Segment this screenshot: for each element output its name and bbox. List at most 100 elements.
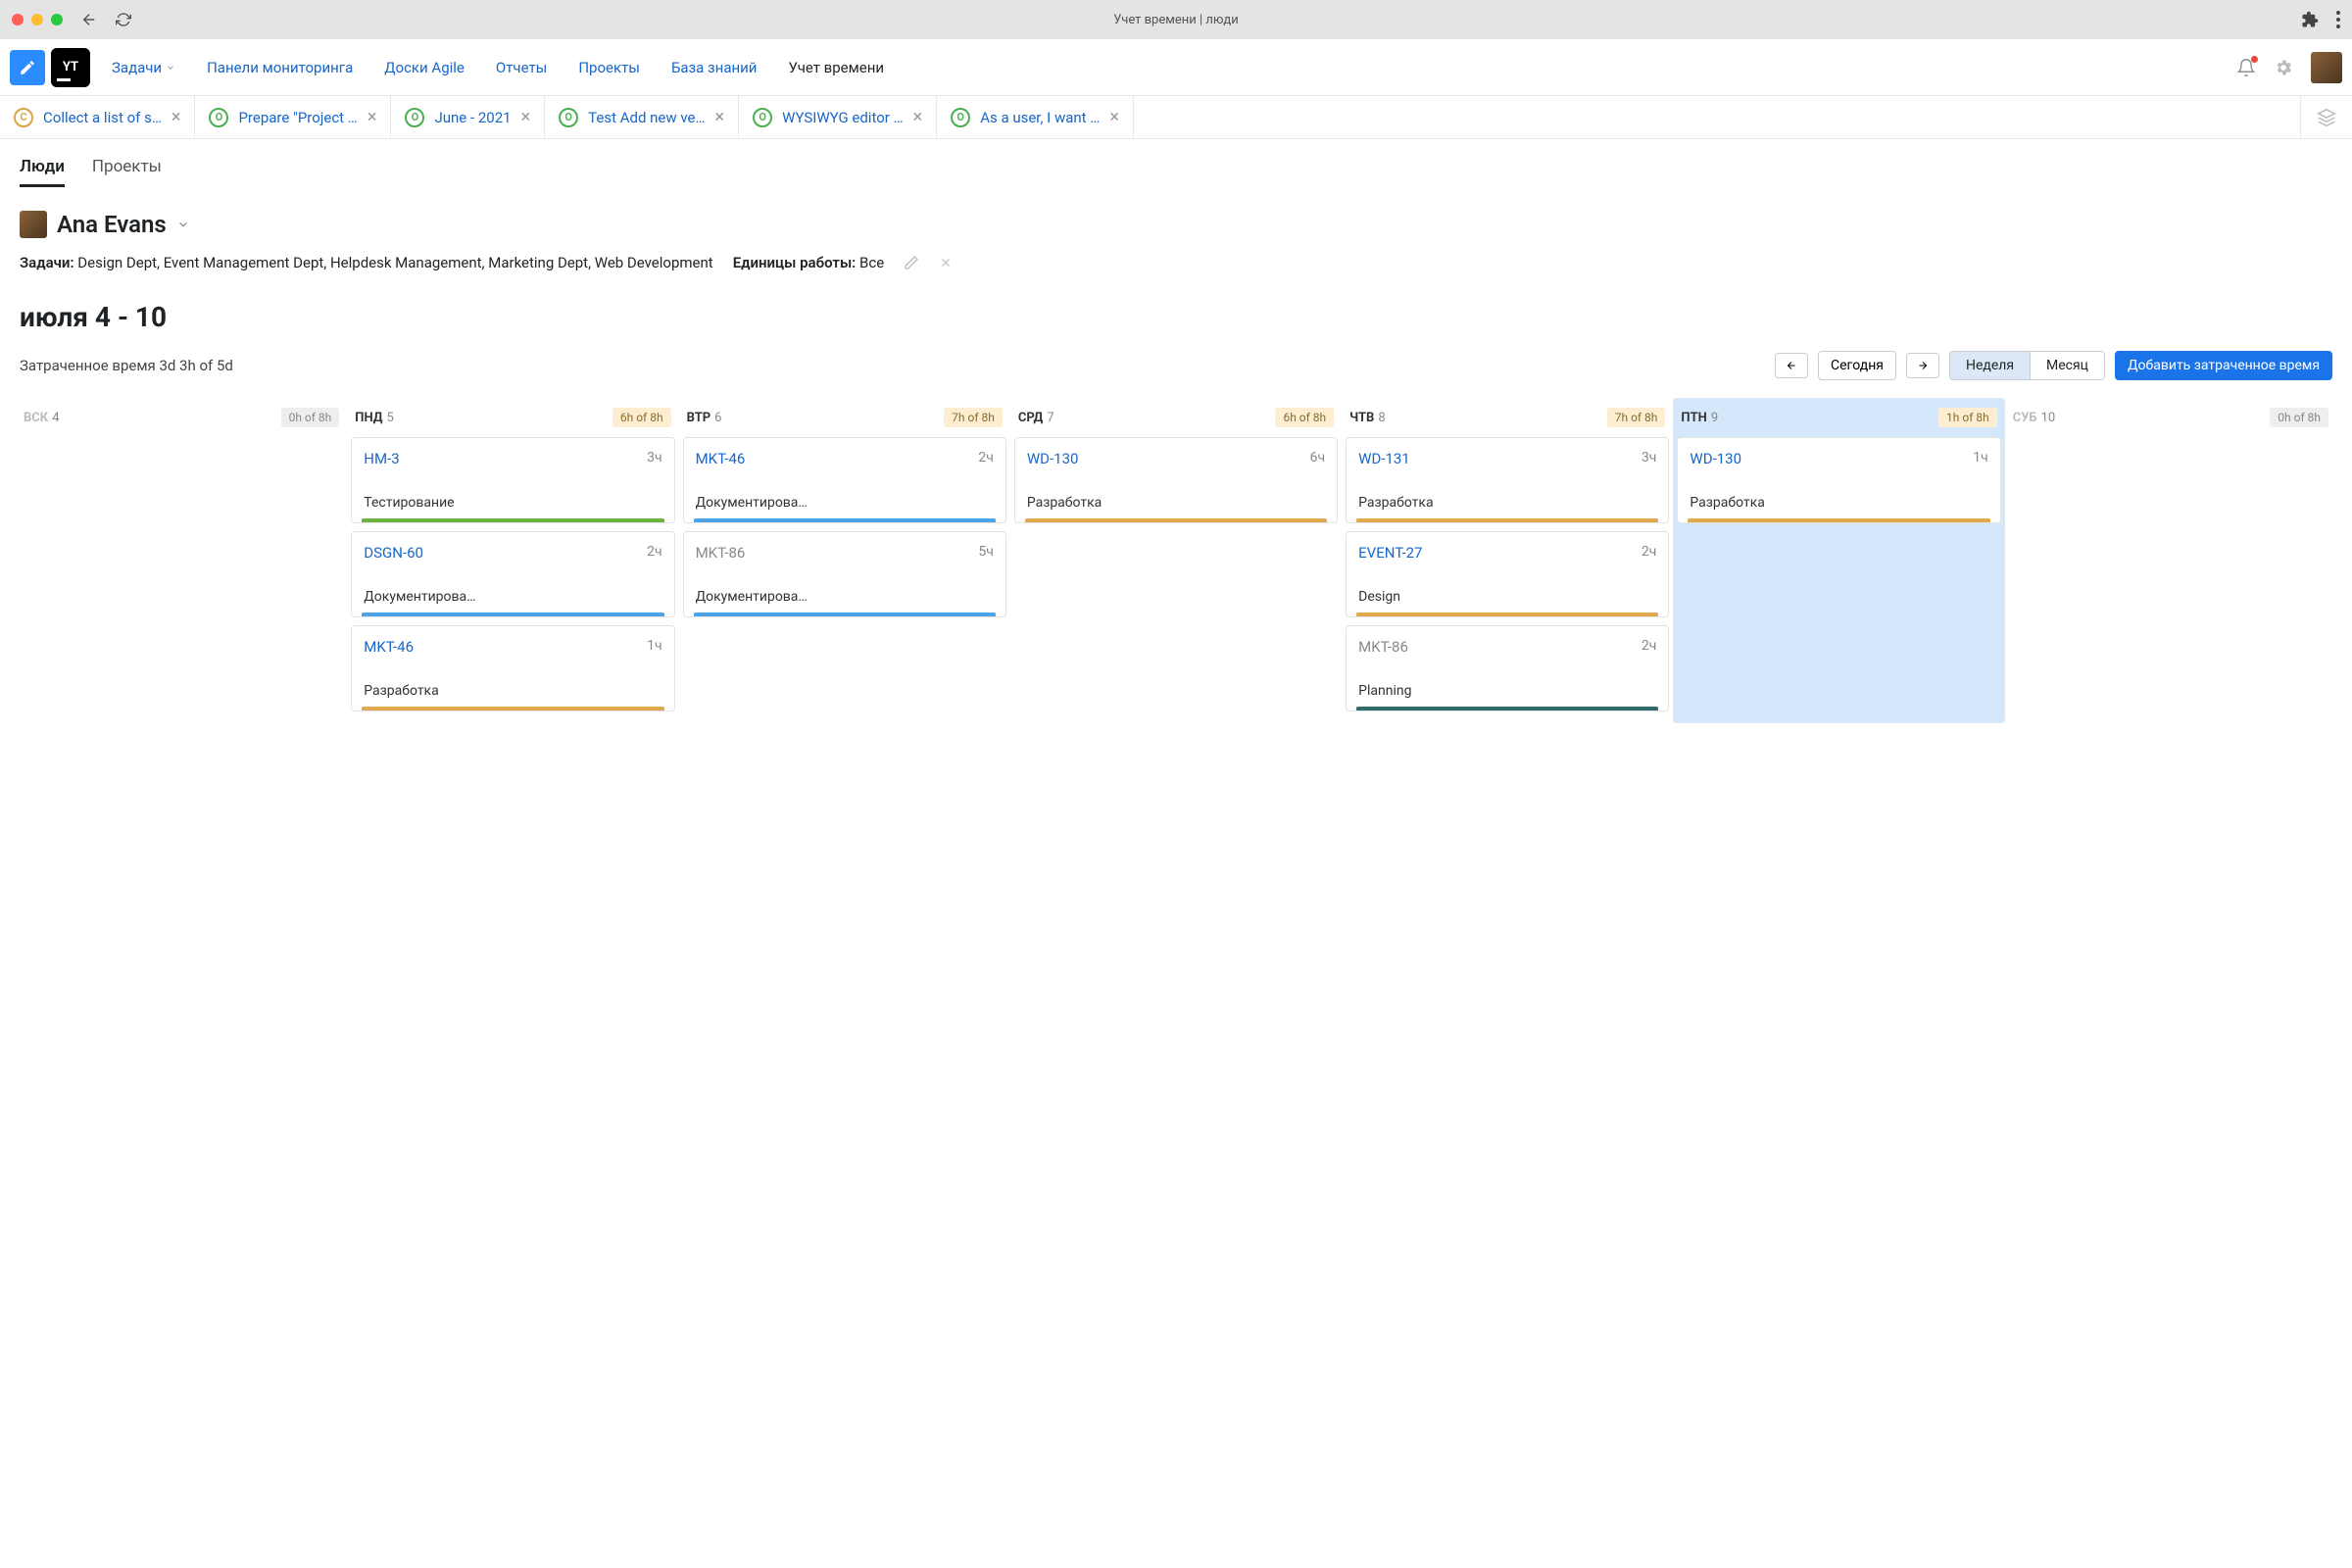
card-hours: 5ч <box>978 544 993 562</box>
day-hours-badge: 6h of 8h <box>1275 408 1334 427</box>
subtab-Люди[interactable]: Люди <box>20 157 65 187</box>
card-id: HM-3 <box>364 450 399 467</box>
notifications-button[interactable] <box>2236 58 2256 77</box>
nav-База знаний[interactable]: База знаний <box>671 59 758 76</box>
add-time-button[interactable]: Добавить затраченное время <box>2115 351 2332 380</box>
close-window-button[interactable] <box>12 14 24 25</box>
window-controls <box>12 14 63 25</box>
card-type: Разработка <box>1027 495 1325 518</box>
nav-Панели мониторинга[interactable]: Панели мониторинга <box>207 59 353 76</box>
time-card[interactable]: MKT-46 2ч Документирова… <box>683 437 1006 523</box>
chevron-down-icon <box>166 63 175 73</box>
day-column: СРД7 6h of 8h WD-130 6ч Разработка <box>1014 402 1338 719</box>
tab-label: June - 2021 <box>434 109 511 126</box>
back-button[interactable] <box>80 11 98 28</box>
time-card[interactable]: MKT-86 2ч Planning <box>1346 625 1669 711</box>
card-type: Документирова… <box>696 495 994 518</box>
day-header: ПТН9 1h of 8h <box>1677 402 2000 437</box>
open-tab[interactable]: C Collect a list of s… × <box>0 96 195 138</box>
card-type: Документирова… <box>364 589 662 612</box>
card-type: Тестирование <box>364 495 662 518</box>
day-column: ВСК4 0h of 8h <box>20 402 343 719</box>
tab-badge: O <box>405 108 424 127</box>
day-hours-badge: 0h of 8h <box>281 408 340 427</box>
week-grid: ВСК4 0h of 8h ПНД5 6h of 8h HM-3 3ч Тест… <box>20 402 2332 719</box>
open-tab[interactable]: O Prepare "Project … × <box>195 96 391 138</box>
open-tab[interactable]: O Test Add new ve… × <box>545 96 739 138</box>
card-id: DSGN-60 <box>364 544 423 562</box>
day-column: ПНД5 6h of 8h HM-3 3ч Тестирование DSGN-… <box>351 402 674 719</box>
day-header: ПНД5 6h of 8h <box>351 402 674 437</box>
nav-Задачи[interactable]: Задачи <box>112 59 175 76</box>
time-card[interactable]: MKT-46 1ч Разработка <box>351 625 674 711</box>
subtab-Проекты[interactable]: Проекты <box>92 157 162 187</box>
card-color-bar <box>1356 612 1658 616</box>
nav-Доски Agile[interactable]: Доски Agile <box>384 59 465 76</box>
user-avatar[interactable] <box>2311 52 2342 83</box>
tab-stacks-icon[interactable] <box>2300 96 2352 138</box>
time-card[interactable]: EVENT-27 2ч Design <box>1346 531 1669 617</box>
person-selector[interactable]: Ana Evans <box>20 211 2332 238</box>
nav-Проекты[interactable]: Проекты <box>578 59 640 76</box>
time-card[interactable]: WD-130 6ч Разработка <box>1014 437 1338 523</box>
maximize-window-button[interactable] <box>51 14 63 25</box>
tab-label: Test Add new ve… <box>588 109 705 126</box>
card-color-bar <box>1025 518 1327 522</box>
youtrack-logo[interactable]: YT <box>51 48 90 87</box>
view-week[interactable]: Неделя <box>1950 352 2030 379</box>
tab-badge: O <box>209 108 228 127</box>
card-type: Разработка <box>1358 495 1656 518</box>
window-titlebar: Учет времени | люди <box>0 0 2352 39</box>
clear-filter-icon[interactable] <box>939 256 953 270</box>
prev-period-button[interactable] <box>1775 353 1808 378</box>
open-tab[interactable]: O As a user, I want … × <box>937 96 1134 138</box>
app-icon[interactable] <box>10 50 45 85</box>
card-hours: 2ч <box>1642 544 1656 562</box>
view-month[interactable]: Месяц <box>2030 352 2104 379</box>
settings-icon[interactable] <box>2274 58 2293 77</box>
close-tab-icon[interactable]: × <box>172 107 181 127</box>
notification-dot <box>2251 56 2258 63</box>
time-card[interactable]: WD-130 1ч Разработка <box>1677 437 2000 523</box>
card-color-bar <box>362 612 663 616</box>
card-id: MKT-86 <box>1358 638 1408 656</box>
card-type: Разработка <box>364 683 662 707</box>
close-tab-icon[interactable]: × <box>1109 107 1119 127</box>
minimize-window-button[interactable] <box>31 14 43 25</box>
card-id: MKT-46 <box>696 450 746 467</box>
today-button[interactable]: Сегодня <box>1818 351 1896 380</box>
day-column: ЧТВ8 7h of 8h WD-131 3ч Разработка EVENT… <box>1346 402 1669 719</box>
close-tab-icon[interactable]: × <box>715 107 725 127</box>
person-name: Ana Evans <box>57 211 167 238</box>
window-title: Учет времени | люди <box>1113 13 1239 27</box>
next-period-button[interactable] <box>1906 353 1939 378</box>
open-tab[interactable]: O WYSIWYG editor … × <box>739 96 937 138</box>
view-toggle: Неделя Месяц <box>1949 351 2105 380</box>
edit-filter-icon[interactable] <box>904 255 919 270</box>
time-card[interactable]: DSGN-60 2ч Документирова… <box>351 531 674 617</box>
open-tab[interactable]: O June - 2021 × <box>391 96 545 138</box>
time-card[interactable]: WD-131 3ч Разработка <box>1346 437 1669 523</box>
card-color-bar <box>1688 518 1989 522</box>
nav-Отчеты[interactable]: Отчеты <box>496 59 547 76</box>
close-tab-icon[interactable]: × <box>913 107 923 127</box>
day-column: ВТР6 7h of 8h MKT-46 2ч Документирова… M… <box>683 402 1006 719</box>
nav-Учет времени[interactable]: Учет времени <box>788 59 884 76</box>
tab-label: Collect a list of s… <box>43 109 162 126</box>
card-color-bar <box>1356 518 1658 522</box>
tab-label: Prepare "Project … <box>238 109 357 126</box>
close-tab-icon[interactable]: × <box>521 107 531 127</box>
card-type: Разработка <box>1690 495 1987 518</box>
tab-badge: O <box>559 108 578 127</box>
card-hours: 2ч <box>978 450 993 467</box>
menu-icon[interactable] <box>2336 11 2340 28</box>
time-card[interactable]: HM-3 3ч Тестирование <box>351 437 674 523</box>
card-color-bar <box>694 518 996 522</box>
reload-button[interactable] <box>116 12 131 27</box>
card-id: MKT-46 <box>364 638 414 656</box>
time-card[interactable]: MKT-86 5ч Документирова… <box>683 531 1006 617</box>
card-hours: 6ч <box>1310 450 1325 467</box>
extensions-icon[interactable] <box>2301 11 2319 28</box>
close-tab-icon[interactable]: × <box>368 107 377 127</box>
day-hours-badge: 7h of 8h <box>1607 408 1666 427</box>
